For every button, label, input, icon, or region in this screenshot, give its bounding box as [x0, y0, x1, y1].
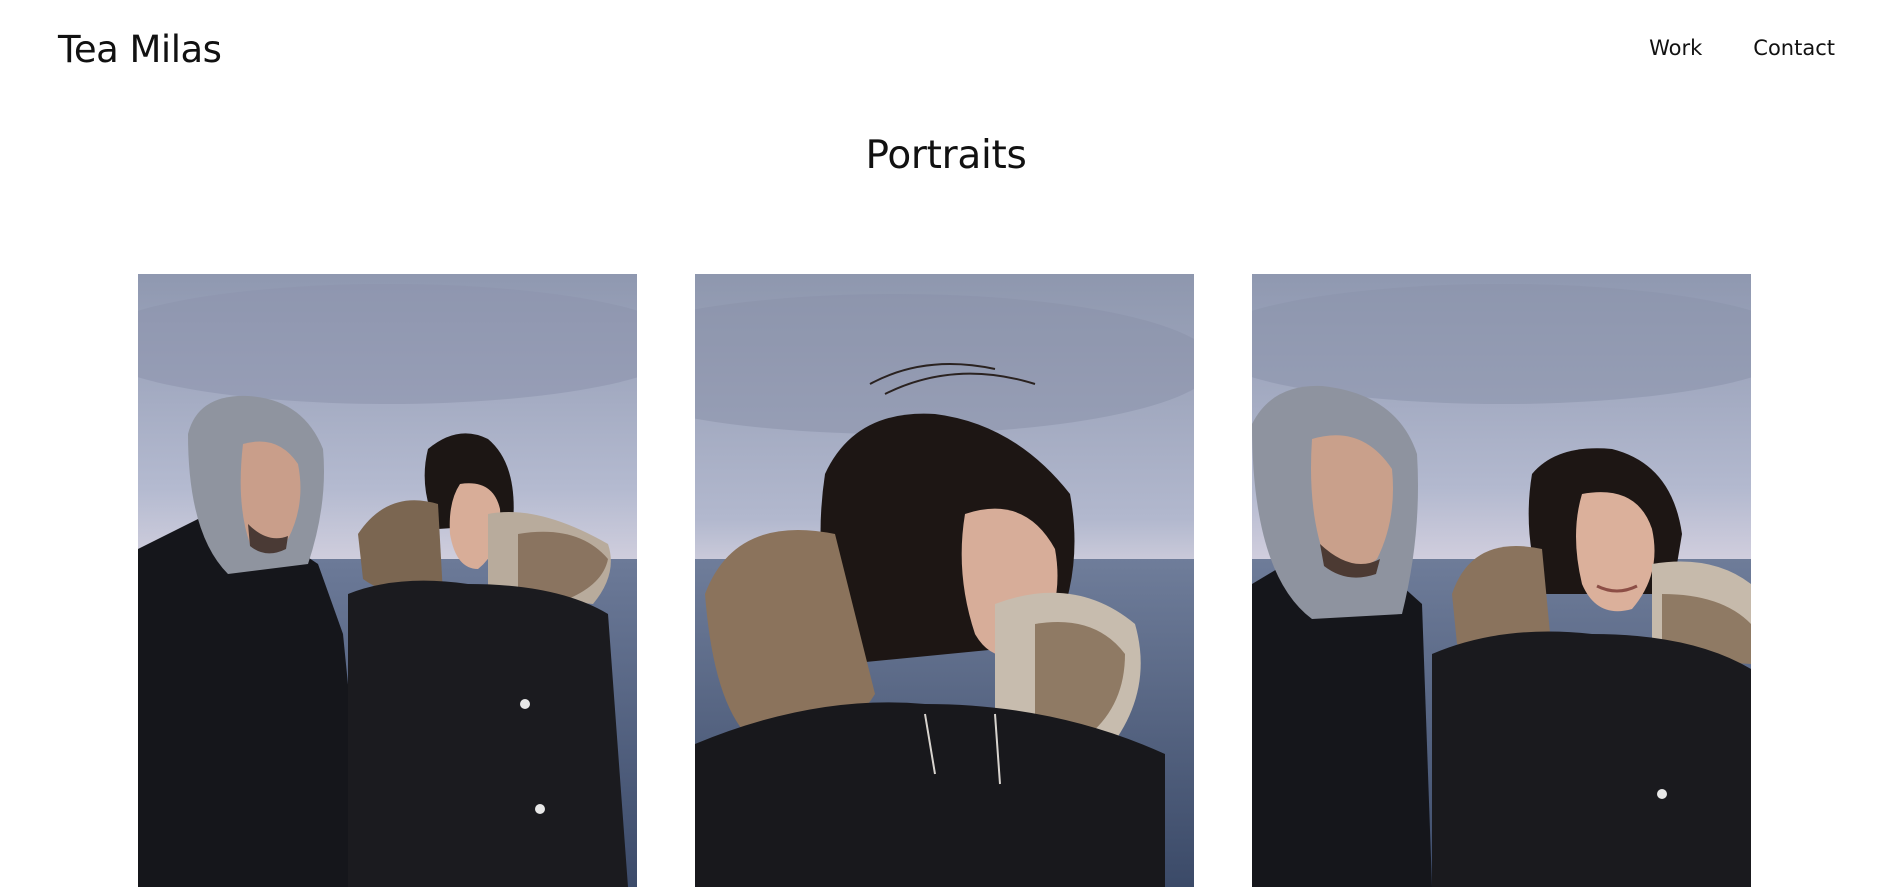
- photo-tile-1[interactable]: [138, 274, 637, 887]
- site-header: Tea Milas Work Contact: [0, 0, 1892, 100]
- photo-couple-looking-away: [138, 274, 637, 887]
- nav-link-contact[interactable]: Contact: [1753, 36, 1835, 60]
- photo-woman-fur-hood: [695, 274, 1194, 887]
- photo-tile-3[interactable]: [1252, 274, 1751, 887]
- page-title: Portraits: [865, 133, 1027, 178]
- photo-couple-smiling: [1252, 274, 1751, 887]
- portfolio-page: Tea Milas Work Contact Portraits: [0, 0, 1892, 887]
- photo-gallery: [138, 274, 1751, 887]
- photo-tile-2[interactable]: [695, 274, 1194, 887]
- site-logo-link[interactable]: Tea Milas: [58, 28, 222, 71]
- main-nav: Work Contact: [1649, 36, 1835, 60]
- nav-link-work[interactable]: Work: [1649, 36, 1702, 60]
